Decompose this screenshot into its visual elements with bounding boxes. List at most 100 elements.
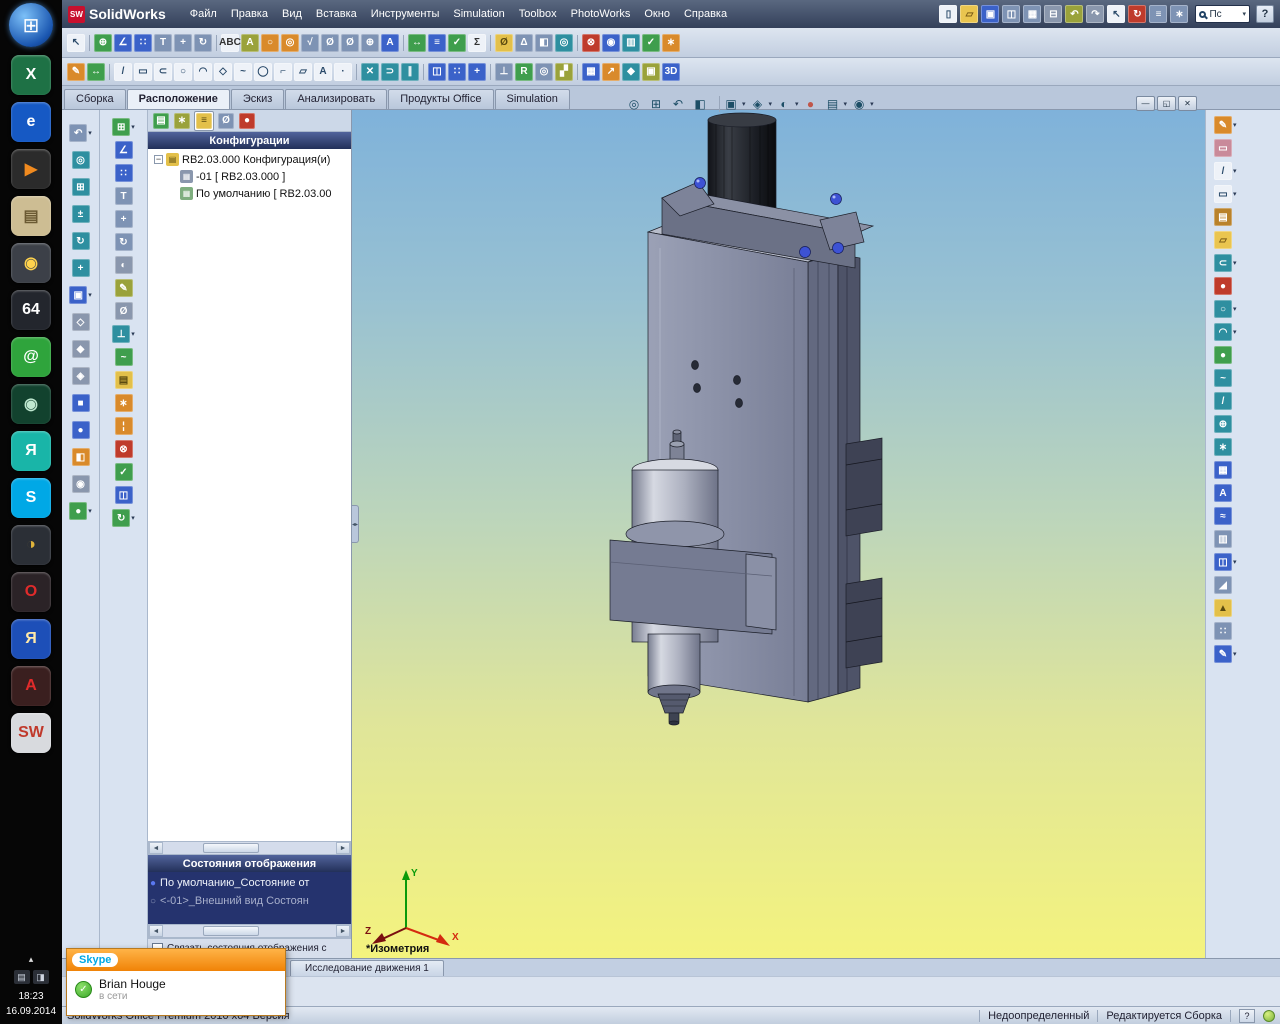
shaded-icon[interactable]: ●▾ [71,421,90,439]
instant3d-icon[interactable]: ↗▾ [601,62,621,82]
scroll-right-icon[interactable]: ► [336,842,350,854]
smart-dimension-icon[interactable]: ↔▾ [407,33,427,53]
yandex-icon[interactable]: Я [11,619,51,659]
move-component-icon[interactable]: +▾ [114,210,133,228]
scroll-right-icon[interactable]: ► [336,925,350,937]
warning-tool-icon[interactable]: ▲▾ [1214,599,1280,617]
section-properties-icon[interactable]: ◧▾ [534,33,554,53]
exploded-view-icon[interactable]: ∗▾ [661,33,681,53]
ellipse-icon[interactable]: ◯▾ [253,62,273,82]
separator[interactable]: ▾ [487,64,494,80]
edit-component-icon[interactable]: ✎▾ [114,279,133,297]
propertymanager-tab-icon[interactable]: ∗ [173,112,191,130]
move-entities-icon[interactable]: +▾ [467,62,487,82]
auto-balloon-icon[interactable]: ◎▾ [280,33,300,53]
select-icon[interactable]: ↖▾ [66,33,86,53]
view-settings-icon[interactable]: ◉ ▾ [849,95,874,113]
restore-button[interactable]: ◱ [1157,96,1176,111]
menu-file[interactable]: Файл [183,5,224,23]
tab-assembly[interactable]: Сборка [64,89,126,109]
separator[interactable]: ▾ [106,64,113,80]
horizontal-scrollbar[interactable]: ◄ ► [148,841,351,855]
spline-tool-icon[interactable]: ~▾ [1214,369,1280,387]
linear-component-pattern-icon[interactable]: ∷▾ [133,33,153,53]
measure-icon[interactable]: Ø▾ [494,33,514,53]
polygon-icon[interactable]: ◇▾ [213,62,233,82]
scrollbar-thumb[interactable] [203,843,259,853]
sketch-tool-icon[interactable]: ✎ ▾ [1214,116,1280,134]
performance-evaluation-icon[interactable]: ✓▾ [641,33,661,53]
previous-view-icon[interactable]: ↶▾ [69,124,92,142]
shaded-with-edges-icon[interactable]: ■▾ [71,394,90,412]
configurationmanager-tab-icon[interactable]: ≡ [194,110,214,131]
file-properties-icon[interactable]: ≡▾ [1148,4,1168,24]
slash-tool-icon[interactable]: /▾ [1214,392,1280,410]
make-drawing-icon[interactable]: ◫▾ [1001,4,1021,24]
mirror-components-icon[interactable]: ◫▾ [114,486,133,504]
surface-finish-icon[interactable]: √▾ [300,33,320,53]
separator[interactable]: ▾ [353,64,360,80]
scrollbar-thumb[interactable] [203,926,259,936]
plane-icon[interactable]: ▱▾ [293,62,313,82]
zoom-area-icon[interactable]: ⊞▾ [71,178,90,196]
zoom-fit-icon[interactable]: ◎▾ [71,151,90,169]
rebuild-icon[interactable]: ↻▾ [1127,4,1147,24]
make-assembly-icon[interactable]: ▦▾ [1022,4,1042,24]
section-view-icon[interactable]: ◧▾ [690,95,710,113]
motion-study-tab[interactable]: Исследование движения 1 [290,960,444,976]
tab-sketch[interactable]: Эскиз [230,89,285,109]
assembly-xpert-icon[interactable]: ✓▾ [114,463,133,481]
sketch-picture-icon[interactable]: ▣▾ [641,62,661,82]
mate-icon[interactable]: ∠▾ [113,33,133,53]
previous-view-icon[interactable]: ↶▾ [668,95,688,113]
linear-sketch-pattern-icon[interactable]: ∷▾ [447,62,467,82]
centerpoint-tool-icon[interactable]: ⊕▾ [1214,415,1280,433]
undo-icon[interactable]: ↶▾ [1064,4,1084,24]
tab-evaluate[interactable]: Анализировать [285,89,388,109]
design-library-icon[interactable]: ▤▾ [1214,208,1280,226]
offset-entities-icon[interactable]: ∥▾ [400,62,420,82]
hidden-lines-visible-icon[interactable]: ◆▾ [71,340,90,358]
shaded-contours-icon[interactable]: ◆▾ [621,62,641,82]
config-root-item[interactable]: − ▤ RB2.03.000 Конфигурация(и) [148,151,351,168]
sketch-fillet-icon[interactable]: ⌐▾ [273,62,293,82]
camera-view-icon[interactable]: ◉▾ [71,475,90,493]
search-box[interactable]: ▾ [1195,5,1250,23]
table-tool-icon[interactable]: ▥▾ [1214,530,1280,548]
options-icon[interactable]: ∗▾ [1169,4,1189,24]
print-icon[interactable]: ⊟▾ [1043,4,1063,24]
pan-icon[interactable]: +▾ [71,259,90,277]
rectangle-icon[interactable]: ▭▾ [133,62,153,82]
adobe-reader-icon[interactable]: A [11,666,51,706]
bill-of-materials-icon[interactable]: ▤▾ [114,371,133,389]
slot-icon[interactable]: ⊂▾ [153,62,173,82]
separator[interactable]: ▾ [487,35,494,51]
rotate-component-icon[interactable]: ↻▾ [193,33,213,53]
assembly-visualization-icon[interactable]: ▥▾ [621,33,641,53]
ramp-tool-icon[interactable]: ◢▾ [1214,576,1280,594]
line-icon[interactable]: /▾ [113,62,133,82]
taskbar-clock[interactable]: 18:23 16.09.2014 [6,989,56,1019]
new-document-icon[interactable]: ▯▾ [938,4,958,24]
menu-view[interactable]: Вид [275,5,309,23]
datum-feature-icon[interactable]: A▾ [380,33,400,53]
linear-pattern-icon[interactable]: ∷▾ [114,164,133,182]
skype-notification[interactable]: Skype ✓ Brian Houge в сети [66,948,286,1016]
menu-edit[interactable]: Правка [224,5,275,23]
separator[interactable]: ▾ [86,35,93,51]
point-icon[interactable]: ·▾ [333,62,353,82]
smart-fasteners-icon[interactable]: T▾ [153,33,173,53]
mirror-entities-icon[interactable]: ◫▾ [427,62,447,82]
quick-tips-button[interactable]: ? [1239,1008,1255,1023]
arc-tool-icon[interactable]: ◠ ▾ [1214,323,1280,341]
mass-properties-icon[interactable]: Δ▾ [514,33,534,53]
help-button[interactable]: ? [1256,5,1274,23]
tab-office[interactable]: Продукты Office [388,89,494,109]
smart-dimension-icon[interactable]: ↔▾ [86,62,106,82]
separator[interactable]: ▾ [574,64,581,80]
rotate-component-icon[interactable]: ↻▾ [114,233,133,251]
chrome-icon[interactable]: ◉ [11,243,51,283]
select-arrow-icon[interactable]: ↖▾ [1106,4,1126,24]
file-explorer-icon[interactable]: ▱▾ [1214,231,1280,249]
hide-show-items-icon[interactable]: ◐ ▾ [774,95,798,113]
